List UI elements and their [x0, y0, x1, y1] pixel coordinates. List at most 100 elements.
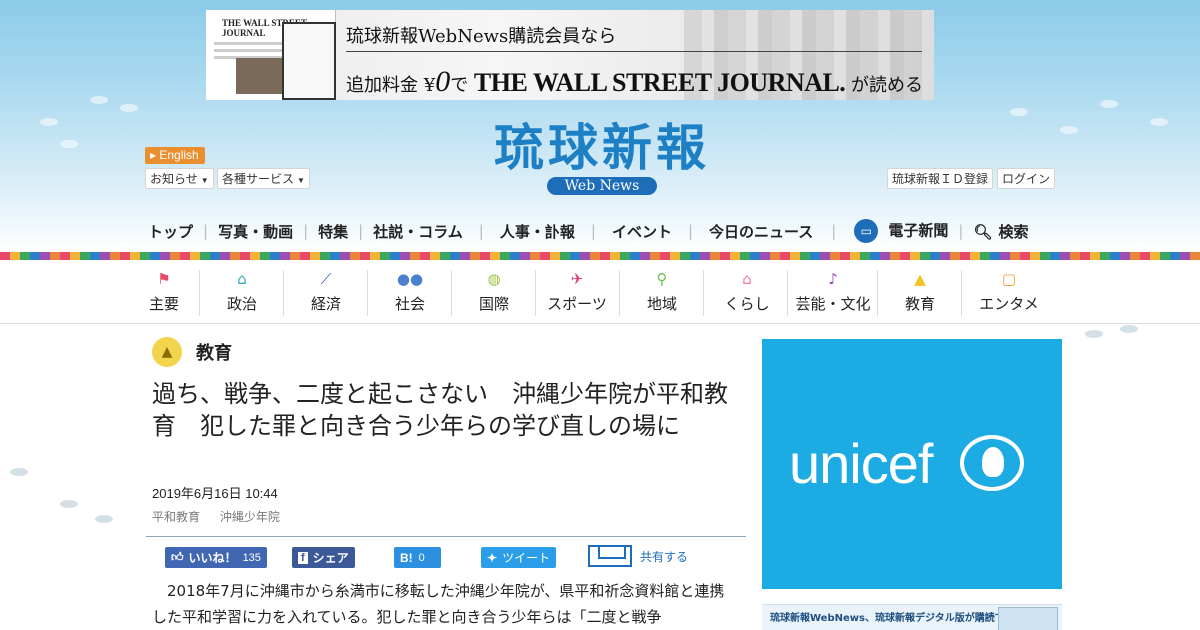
cat-label: 経済: [310, 295, 341, 313]
share-label: 共有する: [640, 549, 689, 564]
cat-label: 政治: [226, 295, 257, 313]
facebook-icon: f: [298, 551, 308, 564]
login-button[interactable]: ログイン: [997, 168, 1056, 189]
cat-politics[interactable]: ⌂ 政治: [224, 268, 260, 318]
envelope-icon: [588, 545, 632, 567]
wsj-banner-ad[interactable]: THE WALL STREET JOURNAL 琉球新報WebNews購読会員な…: [206, 10, 934, 100]
music-icon: ♪: [828, 270, 838, 288]
search-icon: 🔍︎: [973, 222, 993, 241]
globe-icon: ◍: [487, 270, 501, 288]
logo-wordmark: 琉球新報: [494, 118, 710, 177]
cat-label: 国際: [478, 295, 509, 313]
section-label: ▲ 教育: [152, 337, 232, 367]
caret-down-icon: ▼: [200, 176, 209, 185]
banner-yen: ¥: [423, 75, 436, 96]
english-link[interactable]: ▸ English: [145, 147, 205, 164]
banner-line2: 追加料金 ¥0で THE WALL STREET JOURNAL. が読める: [346, 65, 923, 99]
banner-line1: 琉球新報WebNews購読会員なら: [346, 26, 617, 47]
tablet-icon: ▭: [854, 219, 879, 243]
fish-decoration: [60, 140, 78, 148]
twitter-icon: ✦: [487, 550, 498, 565]
banner-zero: 0: [435, 65, 451, 98]
hatena-icon: B!: [400, 550, 413, 565]
cat-label: スポーツ: [547, 295, 607, 313]
article-divider: [146, 536, 746, 537]
like-count: 135: [242, 551, 261, 564]
flag-icon: ⚑: [157, 270, 171, 288]
article-date: 2019年6月16日 10:44: [152, 486, 278, 501]
people-icon: ●●: [396, 270, 424, 288]
nav-event[interactable]: イベント: [612, 221, 672, 242]
cat-entertainment[interactable]: ▢ エンタメ: [976, 268, 1042, 318]
logo-subtitle: Web News: [546, 177, 658, 195]
notices-label: お知らせ: [150, 172, 198, 186]
tag-link[interactable]: 沖縄少年院: [220, 510, 280, 524]
article-headline: 過ち、戦争、二度と起こさない 沖縄少年院が平和教育 犯した罪と向き合う少年らの学…: [152, 380, 728, 440]
cat-region[interactable]: ⚲ 地域: [644, 268, 680, 318]
services-dropdown[interactable]: 各種サービス ▼: [217, 168, 310, 189]
tv-icon: ▢: [1001, 270, 1017, 288]
cat-international[interactable]: ◍ 国際: [476, 268, 512, 318]
notices-dropdown[interactable]: お知らせ ▼: [145, 168, 214, 189]
fish-decoration: [1085, 330, 1103, 338]
cat-economy[interactable]: ⟋ 経済: [308, 268, 344, 318]
cat-label: 教育: [904, 295, 935, 313]
nav-photo-video[interactable]: 写真・動画: [218, 221, 293, 242]
id-register-button[interactable]: 琉球新報ＩＤ登録: [887, 168, 994, 189]
cat-society[interactable]: ●● 社会: [392, 268, 428, 318]
nav-today[interactable]: 今日のニュース: [709, 221, 813, 242]
cat-sports[interactable]: ✈ スポーツ: [545, 268, 609, 318]
unicef-ad[interactable]: unicef: [762, 339, 1062, 589]
cat-label: 社会: [394, 295, 425, 313]
map-pin-icon: ⚲: [656, 270, 668, 288]
facebook-like-button[interactable]: 👍︎ いいね！ 135: [165, 547, 267, 568]
house-icon: ⌂: [742, 270, 752, 288]
unicef-emblem-icon: [960, 435, 1024, 491]
tweet-button[interactable]: ✦ ツイート: [481, 547, 557, 568]
mortarboard-icon: ▲: [914, 270, 926, 288]
fish-decoration: [95, 515, 113, 523]
banner-de: で: [450, 75, 469, 96]
fish-decoration: [1060, 126, 1078, 134]
cat-label: エンタメ: [979, 295, 1039, 313]
banner-wsj: THE WALL STREET JOURNAL.: [473, 68, 846, 97]
laptop-image: [282, 22, 336, 100]
hatena-bookmark-button[interactable]: B! 0: [394, 547, 441, 568]
nav-personnel[interactable]: 人事・訃報: [500, 221, 575, 242]
primary-nav: トップ | 写真・動画 | 特集 | 社説・コラム | 人事・訃報 | イベント | 今日の…: [148, 218, 1028, 244]
cat-main[interactable]: ⚑ 主要: [148, 268, 180, 318]
facebook-share-button[interactable]: f シェア: [292, 547, 355, 568]
nav-epaper[interactable]: ▭ 電子新聞: [854, 219, 948, 243]
line-chart-icon: ⟋: [320, 270, 332, 288]
fish-decoration: [10, 468, 28, 476]
nav-editorial[interactable]: 社説・コラム: [373, 221, 463, 242]
nav-special[interactable]: 特集: [318, 221, 348, 242]
promo-screenshot: [998, 607, 1058, 630]
share-button[interactable]: 共有する: [588, 545, 688, 567]
fish-decoration: [1120, 325, 1138, 333]
fish-decoration: [120, 104, 138, 112]
government-building-icon: ⌂: [237, 270, 247, 288]
cat-living[interactable]: ⌂ くらし: [722, 268, 772, 318]
cat-label: 主要: [148, 295, 179, 313]
fb-share-label: シェア: [312, 551, 349, 565]
runner-icon: ✈: [570, 270, 584, 288]
cat-label: 芸能・文化: [795, 295, 871, 313]
tweet-label: ツイート: [502, 551, 551, 565]
like-label: いいね！: [188, 551, 237, 565]
banner-prefix: 追加料金: [346, 75, 418, 96]
nav-top[interactable]: トップ: [148, 221, 193, 242]
fish-decoration: [90, 96, 108, 104]
nav-search-label: 検索: [998, 222, 1029, 241]
webnews-promo-ad[interactable]: 琉球新報WebNews、琉球新報デジタル版が購読できる: [762, 604, 1062, 630]
tag-link[interactable]: 平和教育: [152, 510, 200, 524]
fish-decoration: [1010, 108, 1028, 116]
cat-culture[interactable]: ♪ 芸能・文化: [792, 268, 874, 318]
fish-decoration: [1100, 100, 1118, 108]
banner-suffix: が読める: [851, 75, 924, 96]
fish-decoration: [60, 500, 78, 508]
site-logo[interactable]: 琉球新報 Web News: [452, 120, 752, 195]
nav-epaper-label: 電子新聞: [888, 221, 949, 240]
nav-search[interactable]: 🔍︎ 検索: [973, 221, 1028, 242]
cat-education[interactable]: ▲ 教育: [902, 268, 938, 318]
